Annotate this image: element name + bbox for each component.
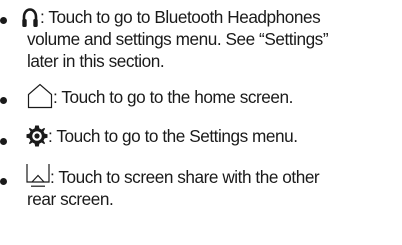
item-text: : Touch to go to Bluetooth Headphones — [40, 7, 321, 27]
item-text: rear screen. — [27, 189, 114, 209]
bullet-point — [0, 17, 7, 24]
item-text: volume and settings menu. See “Settings” — [27, 29, 329, 49]
screen-share-icon — [26, 164, 50, 187]
gear-icon — [26, 125, 48, 147]
item-text: : Touch to go to the Settings menu. — [48, 126, 298, 146]
item-text: later in this section. — [27, 51, 165, 71]
headphones-icon — [22, 8, 38, 27]
home-icon — [27, 83, 53, 109]
bullet-point — [0, 178, 7, 185]
bullet-list: : Touch to go to Bluetooth Headphones vo… — [0, 0, 402, 245]
bullet-point — [0, 138, 7, 145]
item-text: : Touch to screen share with the other — [50, 167, 320, 187]
item-text: : Touch to go to the home screen. — [53, 87, 293, 107]
bullet-point — [0, 97, 7, 104]
